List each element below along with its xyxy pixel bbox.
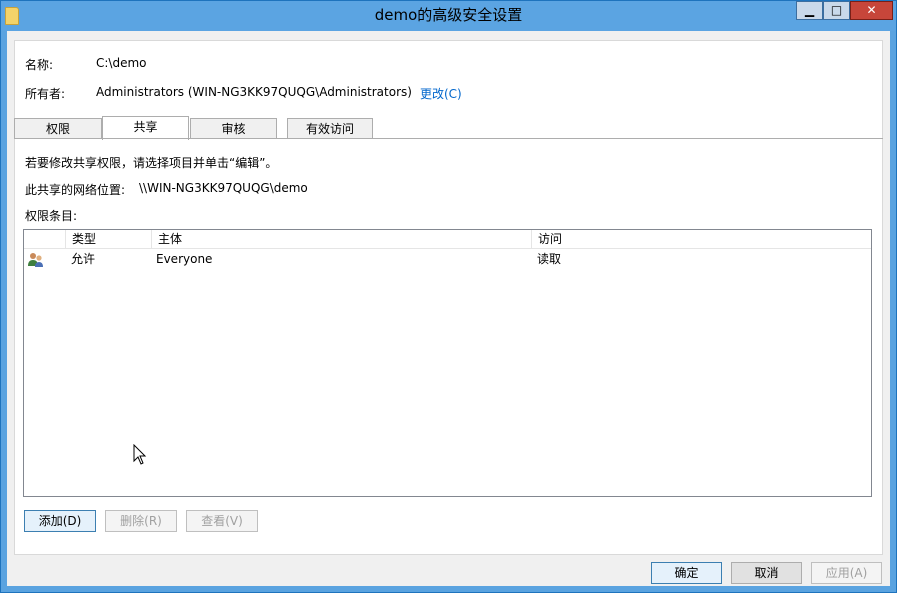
row-principal: Everyone (156, 252, 213, 266)
close-button[interactable]: ✕ (850, 1, 893, 20)
add-button[interactable]: 添加(D) (24, 510, 96, 532)
user-group-icon (28, 253, 43, 267)
network-location-label: 此共享的网络位置: (25, 183, 126, 197)
permission-entries-label: 权限条目: (25, 209, 78, 223)
remove-button[interactable]: 删除(R) (105, 510, 177, 532)
dialog-client-area: 名称: C:\demo 所有者: Administrators (WIN-NG3… (7, 31, 890, 586)
view-button[interactable]: 查看(V) (186, 510, 258, 532)
list-header: 类型 主体 访问 (24, 230, 871, 249)
ok-button[interactable]: 确定 (651, 562, 722, 584)
tab-permissions[interactable]: 权限 (14, 118, 102, 139)
change-owner-link[interactable]: 更改(C) (420, 85, 462, 102)
name-value: C:\demo (96, 56, 147, 70)
dialog-window: demo的高级安全设置 ▁ □ ✕ 名称: C:\demo 所有者: Admin… (0, 0, 897, 593)
minimize-button[interactable]: ▁ (796, 1, 823, 20)
apply-button[interactable]: 应用(A) (811, 562, 882, 584)
table-row[interactable]: 允许 Everyone 读取 (24, 249, 871, 269)
maximize-button[interactable]: □ (823, 1, 850, 20)
name-label: 名称: (25, 58, 54, 72)
tab-divider (14, 138, 883, 139)
cancel-button[interactable]: 取消 (731, 562, 802, 584)
title-bar[interactable]: demo的高级安全设置 ▁ □ ✕ (1, 1, 896, 31)
share-instruction: 若要修改共享权限，请选择项目并单击“编辑”。 (25, 156, 278, 170)
network-location-value: \\WIN-NG3KK97QUQG\demo (139, 181, 308, 195)
mouse-pointer-icon (133, 444, 147, 465)
column-header-access[interactable]: 访问 (531, 230, 871, 248)
column-header-principal[interactable]: 主体 (151, 230, 532, 248)
column-header-type[interactable]: 类型 (65, 230, 151, 248)
tab-share[interactable]: 共享 (102, 116, 189, 140)
row-access: 读取 (537, 252, 562, 266)
permission-entries-list[interactable]: 类型 主体 访问 允许 Everyone 读取 (23, 229, 872, 497)
tab-auditing[interactable]: 审核 (190, 118, 277, 139)
owner-value: Administrators (WIN-NG3KK97QUQG\Administ… (96, 85, 412, 99)
row-type: 允许 (71, 252, 96, 266)
window-title: demo的高级安全设置 (374, 6, 523, 24)
tab-effective-access[interactable]: 有效访问 (287, 118, 373, 139)
owner-label: 所有者: (25, 87, 66, 101)
